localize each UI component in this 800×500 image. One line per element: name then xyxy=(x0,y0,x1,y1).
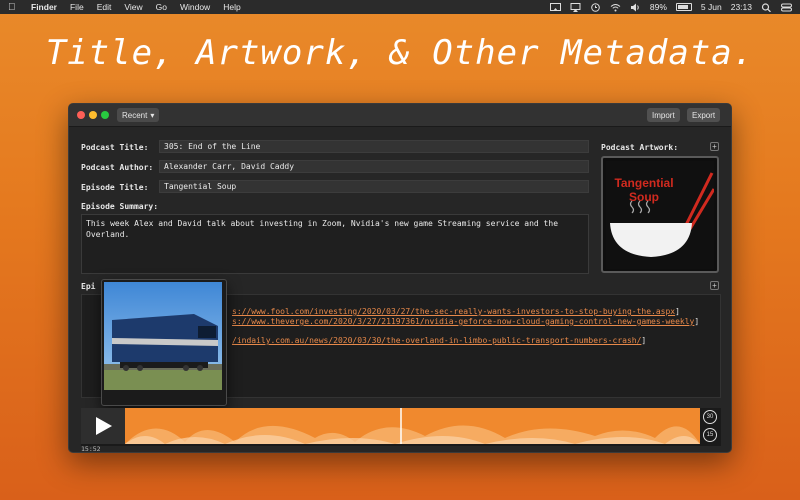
time-machine-icon[interactable] xyxy=(590,2,601,12)
artwork-text-line1: Tangential xyxy=(614,176,673,190)
app-window: Recent ▾ Import Export Podcast Title: 30… xyxy=(68,103,732,453)
menu-date[interactable]: 5 Jun xyxy=(701,2,722,12)
menu-window[interactable]: Window xyxy=(180,2,210,12)
apple-icon[interactable]:  xyxy=(8,2,18,13)
export-button[interactable]: Export xyxy=(687,108,721,122)
audio-player: 30 15 xyxy=(81,408,721,446)
recent-popup-button[interactable]: Recent ▾ xyxy=(117,108,160,122)
add-chapter-button[interactable]: + xyxy=(710,281,719,290)
menu-app-name[interactable]: Finder xyxy=(31,2,57,12)
podcast-author-label: Podcast Author: xyxy=(81,163,154,172)
artwork-image: Tangential Soup xyxy=(606,161,714,269)
note-bracket: ] xyxy=(694,317,700,326)
podcast-author-field[interactable]: Alexander Carr, David Caddy xyxy=(159,160,589,173)
skip-forward-button[interactable]: 30 xyxy=(703,410,717,424)
note-bracket: ] xyxy=(641,336,647,345)
spotlight-search-icon[interactable] xyxy=(761,2,772,12)
podcast-title-field[interactable]: 305: End of the Line xyxy=(159,140,589,153)
battery-icon[interactable] xyxy=(675,3,692,11)
volume-icon[interactable] xyxy=(630,3,641,12)
airplay-icon[interactable] xyxy=(570,2,581,12)
control-center-icon[interactable] xyxy=(781,3,792,12)
menu-time[interactable]: 23:13 xyxy=(731,2,752,12)
menu-edit[interactable]: Edit xyxy=(97,2,112,12)
episode-summary-textarea[interactable]: This week Alex and David talk about inve… xyxy=(81,214,589,274)
add-artwork-button[interactable]: + xyxy=(710,142,719,151)
chevron-down-icon: ▾ xyxy=(150,110,155,120)
episode-notes-label: Epi xyxy=(81,282,96,291)
note-bracket: ] xyxy=(675,307,680,316)
note-link-indaily[interactable]: /indaily.com.au/news/2020/03/30/the-over… xyxy=(232,336,641,345)
train-photo xyxy=(104,282,222,390)
battery-percent: 89% xyxy=(649,2,667,12)
menu-go[interactable]: Go xyxy=(156,2,167,12)
podcast-title-label: Podcast Title: xyxy=(81,143,149,152)
playback-time: 15:52 xyxy=(81,445,101,453)
podcast-artwork-well[interactable]: Tangential Soup xyxy=(601,156,719,273)
wifi-icon[interactable] xyxy=(610,3,621,12)
menu-help[interactable]: Help xyxy=(223,2,240,12)
recent-label: Recent xyxy=(122,110,148,120)
note-link-verge[interactable]: s://www.theverge.com/2020/3/27/21197361/… xyxy=(232,317,694,326)
import-button[interactable]: Import xyxy=(647,108,680,122)
episode-title-label: Episode Title: xyxy=(81,183,149,192)
title-bar: Recent ▾ Import Export xyxy=(69,104,731,127)
note-link-fool[interactable]: s://www.fool.com/investing/2020/03/27/th… xyxy=(232,307,675,316)
zoom-window-button[interactable] xyxy=(101,111,109,119)
skip-back-button[interactable]: 15 xyxy=(703,428,717,442)
close-window-button[interactable] xyxy=(77,111,85,119)
promo-headline: Title, Artwork, & Other Metadata. xyxy=(45,33,755,73)
image-preview-popup[interactable] xyxy=(101,279,227,406)
screen-mirror-icon[interactable] xyxy=(549,2,561,12)
menu-bar:  Finder File Edit View Go Window Help 8… xyxy=(0,0,800,14)
waveform-scrubber[interactable] xyxy=(125,408,700,444)
play-button[interactable] xyxy=(81,408,125,444)
menu-view[interactable]: View xyxy=(124,2,142,12)
waveform-graphic xyxy=(125,408,700,444)
episode-title-field[interactable]: Tangential Soup xyxy=(159,180,589,193)
menu-file[interactable]: File xyxy=(70,2,84,12)
podcast-artwork-label: Podcast Artwork: xyxy=(601,143,679,152)
episode-summary-label: Episode Summary: xyxy=(81,202,159,211)
minimize-window-button[interactable] xyxy=(89,111,97,119)
artwork-text-line2: Soup xyxy=(629,190,659,204)
play-icon xyxy=(96,417,112,435)
